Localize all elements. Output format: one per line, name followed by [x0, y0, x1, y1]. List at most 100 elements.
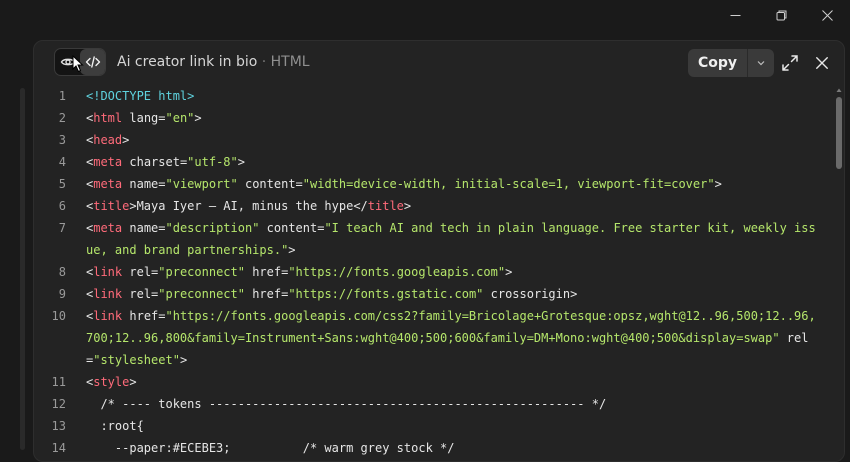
code-token: link: [93, 287, 123, 301]
code-line: 14 --paper:#ECEBE3; /* warm grey stock *…: [34, 437, 844, 459]
code-token: content=: [259, 221, 325, 235]
code-text: /* ---- tokens -------------------------…: [86, 393, 821, 415]
code-token: html: [93, 111, 123, 125]
minimize-icon: [730, 14, 740, 16]
code-line: 6 <title>Maya Iyer — AI, minus the hype</…: [34, 195, 844, 217]
code-line: 1 <!DOCTYPE html>: [34, 85, 844, 107]
minimize-button[interactable]: [712, 0, 758, 30]
line-number: 14: [51, 441, 66, 455]
code-token: >: [122, 133, 130, 147]
code-token: href=: [244, 265, 289, 279]
code-token: href=: [122, 309, 166, 323]
code-token: name=: [122, 221, 166, 235]
code-token: title: [93, 199, 130, 213]
code-line: 3 <head>: [34, 129, 844, 151]
line-number: 5: [58, 177, 66, 191]
code-text: <html lang="en">: [86, 107, 821, 129]
code-token: <!DOCTYPE html>: [86, 89, 195, 103]
code-token: >: [237, 155, 245, 169]
title-separator: ·: [257, 54, 271, 70]
code-token: "https://fonts.googleapis.com": [288, 265, 506, 279]
code-token: crossorigin>: [483, 287, 578, 301]
scroll-up-arrow-icon[interactable]: [836, 87, 842, 93]
code-token: head: [93, 133, 123, 147]
code-token: rel=: [122, 287, 159, 301]
code-line: 2 <html lang="en">: [34, 107, 844, 129]
restore-button[interactable]: [758, 0, 804, 30]
code-line: 12 /* ---- tokens ----------------------…: [34, 393, 844, 415]
code-token: "preconnect": [158, 287, 245, 301]
code-token: "description": [165, 221, 260, 235]
code-token: "en": [165, 111, 195, 125]
code-token: /* ---- tokens -------------------------…: [86, 397, 607, 411]
copy-options-button[interactable]: [748, 49, 774, 77]
expand-icon: [782, 55, 798, 71]
window-close-button[interactable]: [804, 0, 850, 30]
code-token: "utf-8": [187, 155, 238, 169]
close-panel-button[interactable]: [812, 53, 832, 73]
code-token: >: [129, 375, 137, 389]
code-token: lang=: [122, 111, 166, 125]
copy-button[interactable]: Copy: [688, 49, 749, 77]
expand-button[interactable]: [780, 53, 800, 73]
line-number: 4: [58, 155, 66, 169]
artifact-title: Ai creator link in bio: [117, 54, 258, 70]
copy-button-group: Copy: [688, 49, 775, 77]
code-token: "width=device-width, initial-scale=1, vi…: [302, 177, 715, 191]
code-token: >: [714, 177, 722, 191]
line-number: 13: [51, 419, 66, 433]
file-type-label: HTML: [270, 54, 310, 70]
code-token: "https://fonts.googleapis.com/css2?famil…: [86, 309, 816, 345]
line-number: 11: [51, 375, 66, 389]
code-text: <link href="https://fonts.googleapis.com…: [86, 305, 821, 371]
code-preview-panel: Ai creator link in bio · HTML Copy 1 <!DO…: [33, 40, 845, 462]
code-token: href=: [244, 287, 289, 301]
code-text: --paper:#ECEBE3; /* warm grey stock */: [86, 437, 821, 459]
panel-header: Ai creator link in bio · HTML Copy: [34, 41, 844, 85]
line-number: 9: [58, 287, 66, 301]
code-viewer[interactable]: 1 <!DOCTYPE html> 2 <html lang="en"> 3 <head>…: [34, 85, 844, 461]
code-token: "https://fonts.gstatic.com": [288, 287, 484, 301]
code-line: 11 <style>: [34, 371, 844, 393]
restore-icon: [776, 10, 786, 20]
code-text: <style>: [86, 371, 821, 393]
close-icon: [816, 57, 828, 69]
code-line: 10 <link href="https://fonts.googleapis.c…: [34, 305, 844, 371]
code-token: meta: [93, 221, 123, 235]
code-token: "stylesheet": [93, 353, 180, 367]
code-token: style: [93, 375, 130, 389]
line-number: 10: [51, 309, 66, 323]
code-token: name=: [122, 177, 166, 191]
background-scrollbar: [20, 88, 25, 450]
code-text: <!DOCTYPE html>: [86, 85, 821, 107]
code-token: >: [194, 111, 202, 125]
scrollbar-thumb[interactable]: [836, 97, 842, 169]
code-text: <meta charset="utf-8">: [86, 151, 821, 173]
code-text: <meta name="viewport" content="width=dev…: [86, 173, 821, 195]
code-text: <title>Maya Iyer — AI, minus the hype</t…: [86, 195, 821, 217]
code-token: >: [179, 353, 188, 367]
code-token: rel=: [122, 265, 159, 279]
code-token: >: [403, 199, 412, 213]
code-token: >Maya Iyer — AI, minus the hype</: [129, 199, 368, 213]
code-token: title: [367, 199, 404, 213]
code-token: charset=: [122, 155, 188, 169]
code-token: "viewport": [165, 177, 238, 191]
code-token: content=: [237, 177, 303, 191]
close-icon: [821, 9, 833, 21]
code-line: 7 <meta name="description" content="I tea…: [34, 217, 844, 261]
code-line: 13 :root{: [34, 415, 844, 437]
code-text: <head>: [86, 129, 821, 151]
line-number: 3: [58, 133, 66, 147]
code-line: 5 <meta name="viewport" content="width=de…: [34, 173, 844, 195]
window-controls: [712, 0, 850, 30]
code-token: >: [288, 243, 296, 257]
code-text: :root{: [86, 415, 821, 437]
mouse-cursor-icon: [72, 55, 84, 73]
line-number: 12: [51, 397, 66, 411]
chevron-down-icon: [757, 61, 765, 66]
code-icon: [85, 56, 100, 68]
code-token: >: [505, 265, 513, 279]
code-line: 4 <meta charset="utf-8">: [34, 151, 844, 173]
code-token: --paper:#ECEBE3; /* warm grey stock */: [86, 441, 455, 455]
